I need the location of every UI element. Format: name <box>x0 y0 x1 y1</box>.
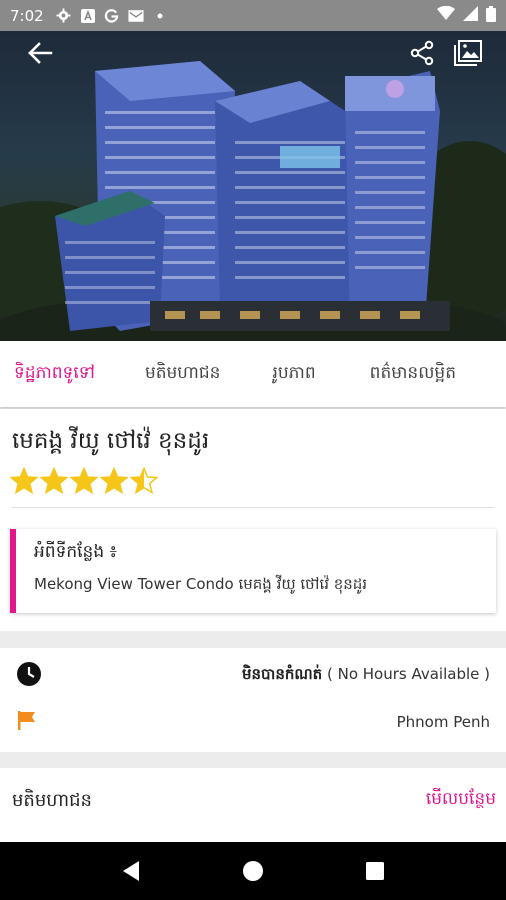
hero-image <box>0 31 506 341</box>
star-icon <box>130 467 158 495</box>
gallery-icon <box>454 40 482 66</box>
square-recents-icon <box>366 862 384 880</box>
status-notification-icons <box>56 8 168 24</box>
nav-home-button[interactable] <box>233 851 273 891</box>
status-bar: 7:02 <box>0 0 506 31</box>
info-card: មិនបានកំណត់ ( No Hours Available ) Phnom… <box>0 648 506 752</box>
system-nav-bar <box>0 842 506 900</box>
wifi-icon <box>437 5 455 25</box>
clock-icon <box>16 661 42 691</box>
hours-label: មិនបានកំណត់ <box>242 665 323 683</box>
star-icon <box>100 467 128 495</box>
screen: 7:02 ទិដ្ឋភាពទូទៅ មតិមហាជន រូបភាព ពត៌មាន… <box>0 0 506 900</box>
hours-row: មិនបានកំណត់ ( No Hours Available ) <box>0 652 506 700</box>
gallery-button[interactable] <box>448 35 488 71</box>
g-icon <box>104 8 120 24</box>
place-summary-card: មេគង្គ វីយូ ថៅវ៉េ ខុនដូរ អំពីទីកន្លែង ៖ … <box>0 409 506 631</box>
status-system-icons <box>437 5 496 26</box>
battery-icon <box>486 5 496 26</box>
star-icon <box>10 467 38 495</box>
flag-icon <box>16 709 38 735</box>
rating-stars <box>10 467 158 495</box>
reviews-section: មតិមហាជន មើលបន្ថែម <box>0 768 506 848</box>
star-icon <box>70 467 98 495</box>
tab-photos[interactable]: រូបភាព <box>234 362 329 387</box>
signal-icon <box>463 6 478 25</box>
star-icon <box>40 467 68 495</box>
dot-icon <box>152 8 168 24</box>
building-illustration <box>0 61 506 341</box>
reviews-section-title: មតិមហាជន <box>12 790 92 811</box>
back-button[interactable] <box>20 35 60 71</box>
a-icon <box>80 8 96 24</box>
share-icon <box>410 40 434 66</box>
tab-overview[interactable]: ទិដ្ឋភាពទូទៅ <box>0 362 109 387</box>
hours-note: ( No Hours Available ) <box>326 665 490 683</box>
tab-reviews[interactable]: មតិមហាជន <box>109 362 235 387</box>
address-label: អំពីទីកន្លែង ៖ <box>34 542 118 562</box>
hours-value: មិនបានកំណត់ ( No Hours Available ) <box>242 665 490 687</box>
tab-bar: ទិដ្ឋភាពទូទៅ មតិមហាជន រូបភាព ពត៌មានលម្អិ… <box>0 341 506 407</box>
address-text: Mekong View Tower Condo មេគង្គ វីយូ ថៅវ៉… <box>34 575 368 593</box>
circle-home-icon <box>243 861 263 881</box>
see-more-link[interactable]: មើលបន្ថែម <box>426 788 496 813</box>
triangle-back-icon <box>123 861 139 881</box>
gear-icon <box>56 8 72 24</box>
share-button[interactable] <box>402 35 442 71</box>
nav-back-button[interactable] <box>111 851 151 891</box>
arrow-left-icon <box>28 42 53 64</box>
mail-icon <box>128 8 144 24</box>
location-value: Phnom Penh <box>396 713 490 731</box>
location-row: Phnom Penh <box>0 698 506 746</box>
nav-recents-button[interactable] <box>355 851 395 891</box>
address-box: អំពីទីកន្លែង ៖ Mekong View Tower Condo ម… <box>10 529 496 613</box>
status-time: 7:02 <box>10 6 44 25</box>
divider <box>12 507 494 508</box>
place-title: មេគង្គ វីយូ ថៅវ៉េ ខុនដូរ <box>12 428 210 454</box>
tab-details[interactable]: ពត៌មានលម្អិត <box>330 362 470 387</box>
